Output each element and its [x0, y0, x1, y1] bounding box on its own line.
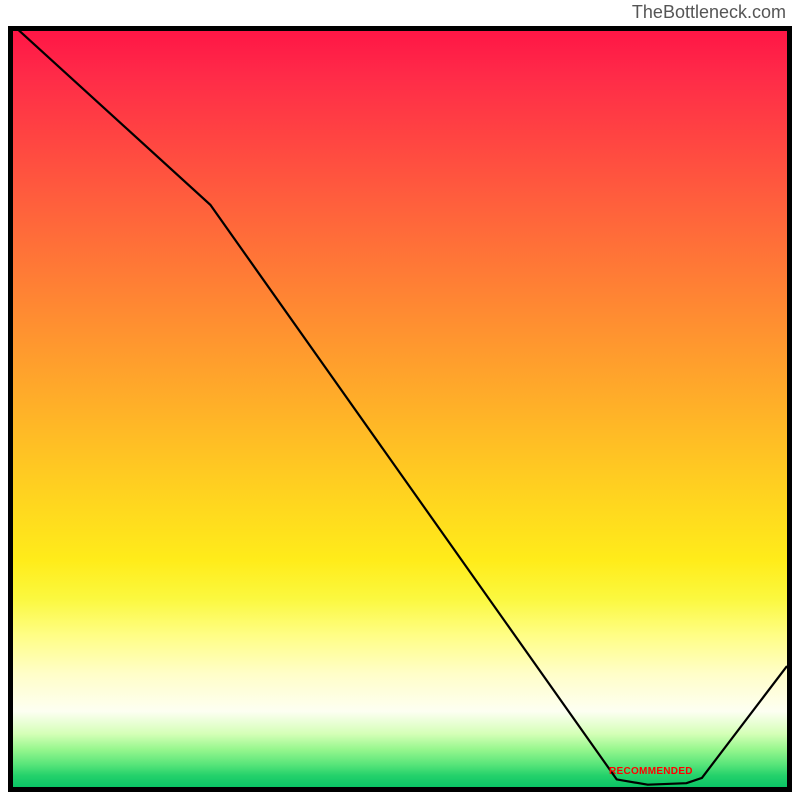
- attribution-text: TheBottleneck.com: [632, 2, 786, 23]
- chart-curve: [13, 31, 787, 787]
- chart-frame: RECOMMENDED: [8, 26, 792, 792]
- recommended-annotation: RECOMMENDED: [609, 766, 693, 777]
